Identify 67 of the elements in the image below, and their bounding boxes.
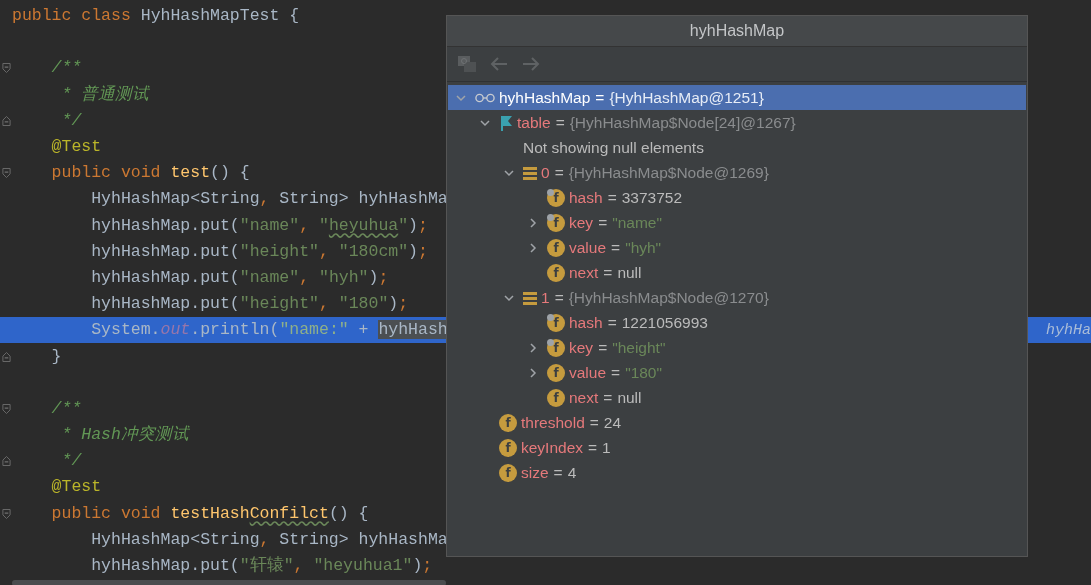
- code-line: /**: [50, 397, 82, 420]
- tree-item-label: key = "height": [569, 338, 666, 357]
- code-line: hyhHashMap.put("name", "heyuhua");: [90, 214, 428, 237]
- tree-item-label: table = {HyhHashMap$Node[24]@1267}: [517, 113, 796, 132]
- field-icon: f: [547, 338, 565, 357]
- code-line: @Test: [50, 476, 102, 499]
- tree-item-label: keyIndex = 1: [521, 438, 611, 457]
- horizontal-scrollbar[interactable]: [12, 580, 446, 585]
- glasses-icon: [475, 92, 495, 103]
- code-line: hyhHashMap.put("name", "hyh");: [90, 266, 389, 289]
- code-line: hyhHashMap.put("height", "180cm");: [90, 240, 428, 263]
- tree-item-label: hash = 1221056993: [569, 313, 708, 332]
- code-line: public void test() {: [50, 162, 250, 185]
- code-line: @Test: [50, 136, 102, 159]
- code-line: HyhHashMap<String, String> hyhHashMa: [90, 528, 448, 551]
- code-line: * Hash冲突测试: [60, 424, 189, 447]
- chevron-right-icon[interactable]: [527, 341, 539, 354]
- tree-item-label: next = null: [569, 388, 642, 407]
- flag-icon: [499, 114, 513, 131]
- inline-value-hint: hyhHa: [1046, 321, 1091, 339]
- stack-icon: [523, 289, 537, 306]
- fold-marker-icon[interactable]: [1, 62, 11, 75]
- forward-arrow-icon[interactable]: [521, 55, 541, 73]
- selected-tree-row[interactable]: hyhHashMap = {HyhHashMap@1251}: [448, 85, 1026, 110]
- field-icon: f: [499, 463, 517, 482]
- code-line: hyhHashMap.put("轩辕", "heyuhua1");: [90, 555, 433, 578]
- window-stack-icon[interactable]: [457, 55, 477, 73]
- fold-marker-icon[interactable]: [1, 167, 11, 180]
- fold-marker-icon[interactable]: [1, 114, 11, 127]
- tree-item-label: 0 = {HyhHashMap$Node@1269}: [541, 163, 769, 182]
- field-icon: f: [547, 188, 565, 207]
- code-line: */: [60, 450, 82, 473]
- tree-item-label: next = null: [569, 263, 642, 282]
- code-line: }: [50, 345, 62, 368]
- chevron-right-icon[interactable]: [527, 241, 539, 254]
- fold-marker-icon[interactable]: [1, 455, 11, 468]
- code-line: * 普通测试: [60, 83, 150, 106]
- chevron-right-icon[interactable]: [527, 216, 539, 229]
- tree-item-label: size = 4: [521, 463, 577, 482]
- field-icon: f: [547, 313, 565, 332]
- field-icon: f: [499, 438, 517, 457]
- field-icon: f: [547, 263, 565, 282]
- tree-item-label: 1 = {HyhHashMap$Node@1270}: [541, 288, 769, 307]
- tree-item-label: threshold = 24: [521, 413, 622, 432]
- tree-item-label: key = "name": [569, 213, 662, 232]
- back-arrow-icon[interactable]: [489, 55, 509, 73]
- tree-item-label: value = "hyh": [569, 238, 662, 257]
- popup-title: hyhHashMap: [447, 16, 1027, 47]
- code-line: */: [60, 109, 82, 132]
- fold-marker-icon[interactable]: [1, 402, 11, 415]
- code-line: public class HyhHashMapTest {: [12, 5, 300, 28]
- fold-marker-icon[interactable]: [1, 507, 11, 520]
- code-line: HyhHashMap<String, String> hyhHashMa: [90, 188, 448, 211]
- field-icon: f: [499, 413, 517, 432]
- field-icon: f: [547, 238, 565, 257]
- code-line: /**: [50, 57, 82, 80]
- field-icon: f: [547, 388, 565, 407]
- stack-icon: [523, 164, 537, 181]
- fold-marker-icon[interactable]: [1, 350, 11, 363]
- field-icon: f: [547, 213, 565, 232]
- tree-item-label: value = "180": [569, 363, 662, 382]
- field-icon: f: [547, 363, 565, 382]
- chevron-right-icon[interactable]: [527, 366, 539, 379]
- tree-item-label: hash = 3373752: [569, 188, 683, 207]
- code-line: hyhHashMap.put("height", "180");: [90, 293, 409, 316]
- tree-info-text: Not showing null elements: [523, 138, 704, 157]
- code-line: public void testHashConfilct() {: [50, 502, 369, 525]
